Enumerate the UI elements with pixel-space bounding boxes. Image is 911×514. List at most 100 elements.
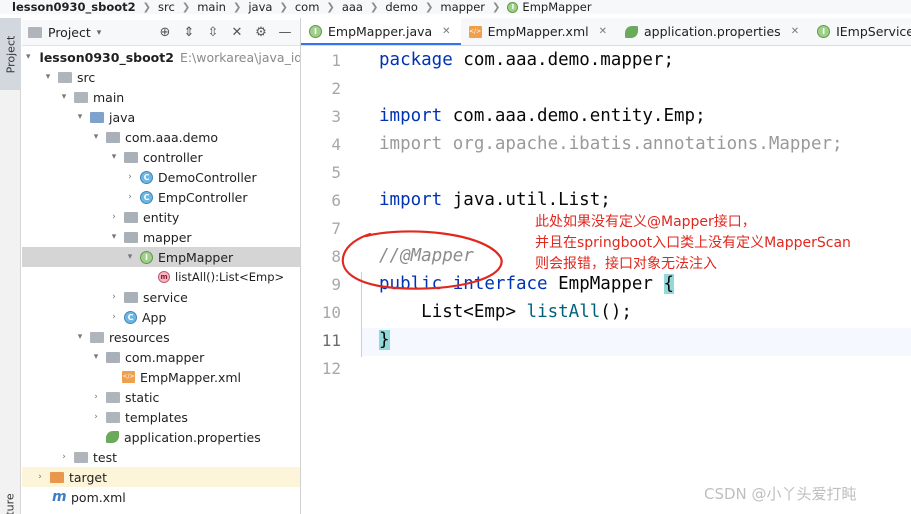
tree-item-listall[interactable]: m listAll():List<Emp>: [22, 267, 300, 287]
tree-item-pom-xml[interactable]: m pom.xml: [22, 487, 300, 507]
tree-item-controller[interactable]: ▾ controller: [22, 147, 300, 167]
tree-item-com-aaa-demo[interactable]: ▾ com.aaa.demo: [22, 127, 300, 147]
chevron-right-icon[interactable]: ›: [108, 212, 120, 222]
package-icon: [106, 131, 120, 143]
project-tool-tab[interactable]: Project: [0, 18, 21, 90]
chevron-right-icon: ❯: [492, 1, 501, 13]
tree-item-label: target: [69, 469, 108, 485]
chevron-down-icon[interactable]: ▾: [108, 232, 120, 242]
close-icon[interactable]: ✕: [230, 25, 244, 40]
annotation-circle: [341, 230, 503, 290]
tree-item-mapper[interactable]: ▾ mapper: [22, 227, 300, 247]
xml-file-icon: </>: [468, 25, 482, 38]
return-type: List<Emp>: [421, 302, 516, 322]
folder-icon: [106, 411, 120, 423]
tab-empmapper-java[interactable]: I EmpMapper.java ✕: [301, 18, 461, 45]
project-view-selector[interactable]: Project ▾: [22, 25, 101, 40]
tree-item-empmapper[interactable]: ▾ I EmpMapper: [22, 247, 300, 267]
chevron-right-icon: ❯: [279, 1, 288, 13]
xml-file-icon: </>: [122, 371, 135, 383]
chevron-down-icon[interactable]: ▾: [90, 352, 102, 362]
tab-label: EmpMapper.java: [328, 24, 433, 39]
chevron-right-icon[interactable]: ›: [124, 172, 136, 182]
tree-item-empcontroller[interactable]: › C EmpController: [22, 187, 300, 207]
tree-item-label: listAll():List<Emp>: [175, 270, 285, 284]
structure-tool-tab[interactable]: cture: [0, 483, 21, 514]
chevron-right-icon[interactable]: ›: [108, 312, 120, 322]
tree-item-static[interactable]: › static: [22, 387, 300, 407]
tree-item-label: resources: [109, 329, 170, 345]
tab-application-properties[interactable]: application.properties ✕: [617, 18, 809, 45]
breadcrumb-item-main[interactable]: main: [193, 0, 230, 14]
code-text: com.aaa.demo.mapper;: [452, 50, 675, 70]
target-icon[interactable]: ⊕: [158, 25, 172, 40]
breadcrumb-item-mapper[interactable]: mapper: [436, 0, 489, 14]
chevron-down-icon[interactable]: ▾: [58, 92, 70, 102]
tree-item-label: application.properties: [124, 429, 261, 445]
watermark: CSDN @小丫头爱打盹: [704, 485, 857, 503]
breadcrumb-item-src[interactable]: src: [154, 0, 179, 14]
close-icon[interactable]: ✕: [442, 26, 450, 37]
chevron-down-icon[interactable]: ▾: [124, 252, 136, 262]
tree-item-service[interactable]: › service: [22, 287, 300, 307]
breadcrumb-item-aaa[interactable]: aaa: [338, 0, 367, 14]
tree-item-empmapper-xml[interactable]: </> EmpMapper.xml: [22, 367, 300, 387]
chevron-right-icon[interactable]: ›: [90, 392, 102, 402]
tree-item-com-mapper[interactable]: ▾ com.mapper: [22, 347, 300, 367]
tree-item-src[interactable]: ▾ src: [22, 67, 300, 87]
close-icon[interactable]: ✕: [599, 26, 607, 37]
class-icon: C: [140, 190, 153, 204]
tree-item-java[interactable]: ▾ java: [22, 107, 300, 127]
tree-item-label: controller: [143, 149, 203, 165]
expand-icon[interactable]: ⇳: [206, 25, 220, 40]
tree-item-label: java: [109, 109, 136, 125]
tree-item-resources[interactable]: ▾ resources: [22, 327, 300, 347]
annotation-line-3: 则会报错，接口对象无法注入: [535, 256, 717, 272]
tree-item-label: service: [143, 289, 188, 305]
chevron-down-icon[interactable]: ▾: [74, 112, 86, 122]
breadcrumb-item-java[interactable]: java: [244, 0, 276, 14]
code-line-1: package com.aaa.demo.mapper;: [379, 50, 674, 70]
gear-icon[interactable]: ⚙: [254, 25, 268, 40]
tree-item-project-root[interactable]: ▾ lesson0930_sboot2 E:\workarea\java_ide…: [22, 47, 300, 67]
tree-item-application-properties[interactable]: application.properties: [22, 427, 300, 447]
tree-item-app[interactable]: › C App: [22, 307, 300, 327]
collapse-icon[interactable]: ⇕: [182, 25, 196, 40]
breadcrumb-item-com[interactable]: com: [291, 0, 324, 14]
chevron-right-icon[interactable]: ›: [108, 292, 120, 302]
annotation-line-1: 此处如果没有定义@Mapper接口，: [535, 214, 756, 230]
close-icon[interactable]: ✕: [791, 26, 799, 37]
chevron-right-icon[interactable]: ›: [124, 192, 136, 202]
tab-empmapper-xml[interactable]: </> EmpMapper.xml ✕: [461, 18, 617, 45]
chevron-down-icon[interactable]: ▾: [74, 332, 86, 342]
method-icon: m: [158, 271, 170, 283]
interface-icon: I: [309, 25, 322, 38]
chevron-down-icon[interactable]: ▾: [42, 72, 54, 82]
breadcrumb-item-project[interactable]: lesson0930_sboot2: [0, 0, 140, 14]
tree-item-templates[interactable]: › templates: [22, 407, 300, 427]
tree-item-main[interactable]: ▾ main: [22, 87, 300, 107]
tree-item-democontroller[interactable]: › C DemoController: [22, 167, 300, 187]
chevron-right-icon[interactable]: ›: [90, 412, 102, 422]
tab-iempservice-java[interactable]: I IEmpService.java: [809, 18, 911, 45]
breadcrumb-item-demo[interactable]: demo: [381, 0, 422, 14]
chevron-right-icon[interactable]: ›: [34, 472, 46, 482]
minimize-icon[interactable]: —: [278, 25, 292, 40]
tree-item-label: EmpController: [158, 189, 248, 205]
source-folder-icon: [90, 111, 104, 123]
code-text: com.aaa.demo.entity.Emp;: [442, 106, 706, 126]
folder-icon: [106, 391, 120, 403]
line-number: 12: [321, 359, 341, 378]
chevron-right-icon[interactable]: ›: [58, 452, 70, 462]
code-line-3: import com.aaa.demo.entity.Emp;: [379, 106, 706, 126]
chevron-down-icon: ▾: [96, 27, 102, 38]
tree-item-target[interactable]: › target: [22, 467, 300, 487]
chevron-down-icon[interactable]: ▾: [90, 132, 102, 142]
tree-item-test[interactable]: › test: [22, 447, 300, 467]
chevron-down-icon[interactable]: ▾: [108, 152, 120, 162]
chevron-down-icon[interactable]: ▾: [26, 52, 31, 62]
tree-item-label: com.aaa.demo: [125, 129, 219, 145]
tree-item-label: entity: [143, 209, 180, 225]
breadcrumb-item-empmapper[interactable]: I EmpMapper: [503, 0, 595, 14]
tree-item-entity[interactable]: › entity: [22, 207, 300, 227]
